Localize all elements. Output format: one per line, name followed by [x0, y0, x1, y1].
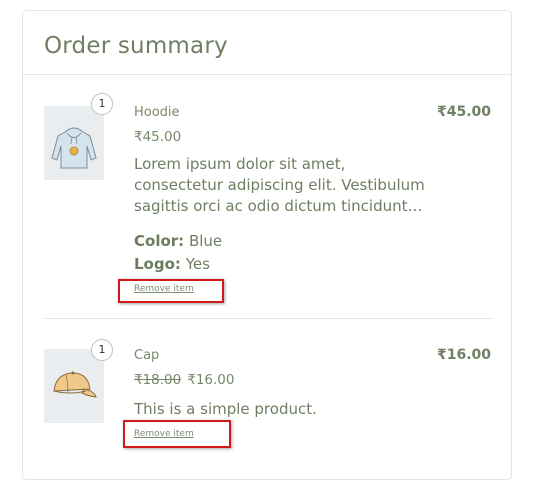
- cap-image: [44, 349, 104, 423]
- divider: [44, 318, 494, 319]
- product-attribute-color: Color: Blue: [134, 232, 222, 250]
- attribute-label: Logo:: [134, 255, 181, 273]
- regular-price: ₹18.00: [134, 372, 182, 388]
- attribute-label: Color:: [134, 232, 185, 250]
- sale-price: ₹16.00: [187, 372, 235, 388]
- product-price: ₹45.00: [134, 129, 182, 145]
- product-price: ₹18.00 ₹16.00: [134, 372, 235, 388]
- product-attribute-logo: Logo: Yes: [134, 255, 210, 273]
- attribute-value: Blue: [188, 232, 223, 250]
- order-summary-panel: Order summary 1 Hoodie ₹45.00 Lorem ipsu…: [22, 10, 512, 480]
- line-total: ₹45.00: [436, 104, 491, 120]
- product-name: Hoodie: [134, 105, 180, 120]
- quantity-badge: 1: [91, 93, 113, 115]
- remove-item-link[interactable]: Remove item: [134, 429, 194, 439]
- line-total: ₹16.00: [436, 347, 491, 363]
- product-description: This is a simple product.: [134, 400, 317, 418]
- quantity-badge: 1: [91, 339, 113, 361]
- cap-icon: [53, 371, 97, 398]
- product-name: Cap: [134, 348, 160, 363]
- remove-item-link[interactable]: Remove item: [134, 284, 194, 294]
- order-summary-title: Order summary: [44, 33, 228, 59]
- divider: [23, 74, 511, 75]
- attribute-value: Yes: [185, 255, 210, 273]
- hoodie-image: [44, 106, 104, 180]
- hoodie-icon: [51, 127, 97, 169]
- product-description: Lorem ipsum dolor sit amet, consectetur …: [134, 155, 425, 215]
